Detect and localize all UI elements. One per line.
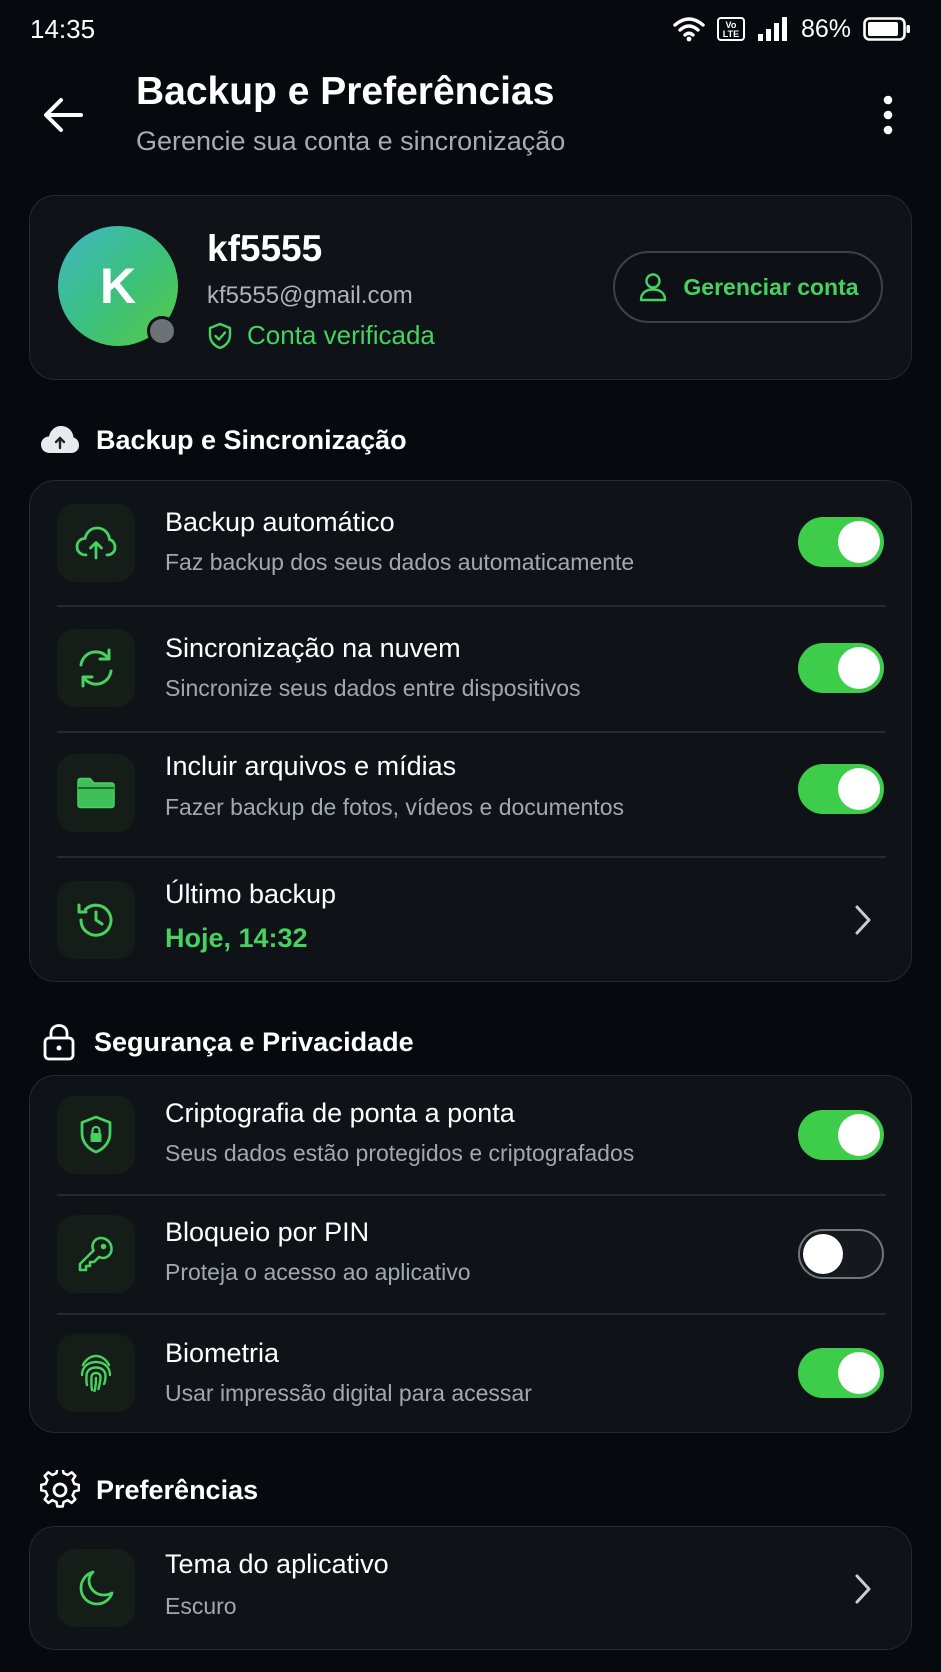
setting-title: Incluir arquivos e mídias [165, 751, 457, 781]
page-subtitle: Gerencie sua conta e sincronização [136, 126, 566, 156]
status-time: 14:35 [30, 13, 96, 44]
section-title-security: Segurança e Privacidade [94, 1026, 414, 1057]
section-title-preferences: Preferências [96, 1474, 259, 1505]
cloud-upload-icon [57, 504, 135, 582]
shield-lock-icon [57, 1096, 135, 1174]
setting-subtitle: Fazer backup de fotos, vídeos e document… [165, 794, 624, 820]
battery-percent: 86% [800, 14, 851, 43]
setting-subtitle: Usar impressão digital para acessar [165, 1380, 532, 1406]
setting-row-last-backup[interactable]: Último backup Hoje, 14:32 [30, 857, 913, 982]
manage-account-label: Gerenciar conta [683, 273, 859, 300]
security-card: Criptografia de ponta a ponta Seus dados… [29, 1075, 912, 1433]
section-header-backup: Backup e Sincronização [40, 423, 407, 457]
fingerprint-icon [57, 1334, 135, 1412]
pin-lock-toggle[interactable] [798, 1229, 884, 1279]
chevron-right-icon [848, 1569, 878, 1609]
avatar-initial: K [99, 258, 137, 314]
backup-card: Backup automático Faz backup dos seus da… [29, 480, 912, 982]
more-vertical-icon [883, 95, 893, 135]
section-header-security: Segurança e Privacidade [40, 1022, 414, 1062]
setting-title: Sincronização na nuvem [165, 633, 461, 663]
status-bar: 14:35 Vo LTE 86% [0, 0, 941, 58]
profile-name: kf5555 [207, 228, 323, 269]
setting-row-app-theme[interactable]: Tema do aplicativo Escuro [30, 1527, 913, 1651]
last-backup-time: Hoje, 14:32 [165, 923, 308, 953]
encryption-toggle[interactable] [798, 1110, 884, 1160]
setting-row-auto-backup[interactable]: Backup automático Faz backup dos seus da… [30, 481, 913, 606]
setting-subtitle: Seus dados estão protegidos e criptograf… [165, 1140, 635, 1166]
sync-icon [57, 629, 135, 707]
setting-row-biometrics[interactable]: Biometria Usar impressão digital para ac… [30, 1314, 913, 1433]
profile-email: kf5555@gmail.com [207, 282, 413, 309]
shield-check-icon [208, 322, 232, 349]
status-icons: Vo LTE 86% [673, 15, 911, 44]
auto-backup-toggle[interactable] [798, 517, 884, 567]
setting-row-cloud-sync[interactable]: Sincronização na nuvem Sincronize seus d… [30, 607, 913, 732]
setting-title: Biometria [165, 1338, 280, 1368]
avatar-status-dot [147, 316, 177, 346]
signal-icon [757, 17, 787, 41]
more-options-button[interactable] [868, 90, 908, 140]
preferences-card: Tema do aplicativo Escuro [29, 1526, 912, 1650]
manage-account-button[interactable]: Gerenciar conta [613, 251, 883, 323]
volte-icon: Vo LTE [716, 17, 745, 41]
setting-title: Criptografia de ponta a ponta [165, 1098, 515, 1128]
setting-subtitle: Sincronize seus dados entre dispositivos [165, 675, 581, 701]
section-title-backup: Backup e Sincronização [96, 424, 407, 455]
verified-label: Conta verificada [247, 320, 435, 350]
cloud-sync-toggle[interactable] [798, 643, 884, 693]
app-header: Backup e Preferências Gerencie sua conta… [0, 62, 941, 172]
setting-subtitle: Escuro [165, 1593, 237, 1619]
back-button[interactable] [38, 90, 88, 140]
setting-title: Último backup [165, 879, 337, 909]
setting-title: Backup automático [165, 507, 395, 537]
setting-subtitle: Proteja o acesso ao aplicativo [165, 1259, 471, 1285]
setting-row-include-media[interactable]: Incluir arquivos e mídias Fazer backup d… [30, 732, 913, 857]
moon-icon [57, 1549, 135, 1627]
page-title: Backup e Preferências [136, 70, 555, 113]
history-icon [57, 881, 135, 959]
arrow-left-icon [44, 98, 83, 132]
gear-icon [40, 1470, 80, 1508]
setting-row-encryption[interactable]: Criptografia de ponta a ponta Seus dados… [30, 1076, 913, 1195]
biometrics-toggle[interactable] [798, 1348, 884, 1398]
verified-badge: Conta verificada [207, 320, 435, 351]
key-icon [57, 1215, 135, 1293]
chevron-right-icon [848, 900, 878, 940]
user-icon [640, 273, 667, 302]
profile-card: K kf5555 kf5555@gmail.com Conta verifica… [29, 195, 912, 380]
folder-icon [57, 754, 135, 832]
lock-icon [43, 1024, 75, 1061]
battery-icon [863, 17, 910, 41]
section-header-preferences: Preferências [40, 1470, 258, 1510]
setting-row-pin-lock[interactable]: Bloqueio por PIN Proteja o acesso ao apl… [30, 1195, 913, 1314]
setting-title: Tema do aplicativo [165, 1549, 389, 1579]
cloud-icon [41, 426, 79, 453]
wifi-icon [673, 17, 705, 42]
setting-title: Bloqueio por PIN [165, 1217, 370, 1247]
setting-subtitle: Faz backup dos seus dados automaticament… [165, 549, 635, 575]
include-media-toggle[interactable] [798, 764, 884, 814]
